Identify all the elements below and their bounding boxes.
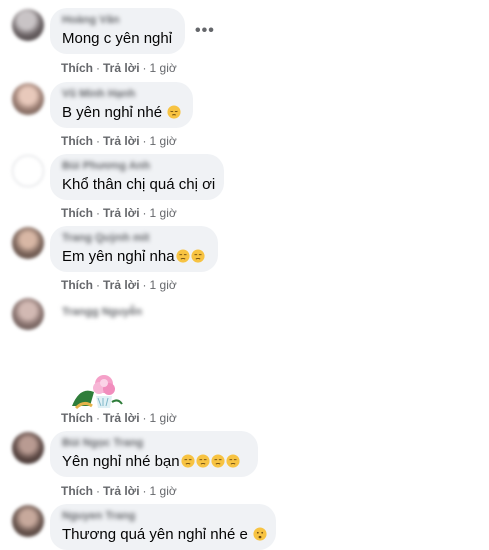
comment-text-content: B yên nghỉ nhé — [62, 104, 163, 121]
reply-link[interactable]: Trả lời — [103, 278, 140, 292]
comment-time[interactable]: 1 giờ — [150, 206, 177, 220]
reply-link[interactable]: Trả lời — [103, 206, 140, 220]
comment-text: Em yên nghỉ nha — [62, 247, 206, 267]
avatar[interactable] — [12, 432, 44, 464]
comment-text-content: Yên nghỉ nhé bạn — [62, 453, 180, 470]
avatar[interactable] — [12, 298, 44, 330]
comment-bubble: Trang Quỳnh mit Em yên nghỉ nha — [50, 226, 218, 272]
comment-actions: Thích · Trả lời · 1 giờ — [61, 61, 177, 75]
comment-author[interactable]: Trangg Nguyễn — [62, 306, 142, 318]
avatar[interactable] — [12, 9, 44, 41]
like-link[interactable]: Thích — [61, 484, 93, 498]
downcast-face-emoji — [211, 454, 225, 468]
pensive-face-emoji — [167, 105, 181, 119]
like-link[interactable]: Thích — [61, 134, 93, 148]
comment-author[interactable]: Bùi Phương Anh — [62, 160, 212, 173]
comment-time[interactable]: 1 giờ — [150, 411, 177, 425]
comment-time[interactable]: 1 giờ — [150, 134, 177, 148]
downcast-face-emoji — [176, 249, 190, 263]
reply-link[interactable]: Trả lời — [103, 134, 140, 148]
comment-bubble: Bùi Phương Anh Khổ thân chị quá chị ơi — [50, 154, 224, 200]
more-horizontal-icon[interactable]: ••• — [195, 22, 215, 40]
comment-text: Mong c yên nghỉ — [62, 30, 173, 47]
like-link[interactable]: Thích — [61, 206, 93, 220]
comment-time[interactable]: 1 giờ — [150, 278, 177, 292]
comment-text: Thương quá yên nghỉ nhé e — [62, 525, 267, 545]
comment-text: Yên nghỉ nhé bạn — [62, 452, 246, 472]
like-link[interactable]: Thích — [61, 411, 93, 425]
comment-bubble: Vũ Minh Hạnh B yên nghỉ nhé — [50, 82, 193, 128]
downcast-face-emoji — [196, 454, 210, 468]
comment-bubble: Nguyen Trang Thương quá yên nghỉ nhé e — [50, 504, 276, 550]
frowning-face-emoji — [253, 527, 267, 541]
avatar[interactable] — [12, 155, 44, 187]
comment-author[interactable]: Vũ Minh Hạnh — [62, 88, 181, 101]
comment-bubble: Bùi Ngọc Trang Yên nghỉ nhé bạn — [50, 431, 258, 477]
downcast-face-emoji — [191, 249, 205, 263]
comment-bubble: Hoàng Văn Mong c yên nghỉ — [50, 8, 185, 54]
comment-text-content: Thương quá yên nghỉ nhé e — [62, 526, 248, 543]
comment-text-content: Em yên nghỉ nha — [62, 248, 175, 265]
reply-link[interactable]: Trả lời — [103, 484, 140, 498]
comment-author[interactable]: Trang Quỳnh mit — [62, 232, 206, 245]
comment-actions: Thích · Trả lời · 1 giờ — [61, 411, 177, 425]
comment-text: Khổ thân chị quá chị ơi — [62, 176, 216, 193]
comment-actions: Thích · Trả lời · 1 giờ — [61, 206, 177, 220]
downcast-face-emoji — [226, 454, 240, 468]
comment-text: B yên nghỉ nhé — [62, 103, 181, 123]
comment-actions: Thích · Trả lời · 1 giờ — [61, 134, 177, 148]
comment-author[interactable]: Hoàng Văn — [62, 14, 173, 27]
comment-author[interactable]: Nguyen Trang — [62, 510, 264, 523]
avatar[interactable] — [12, 505, 44, 537]
comment-actions: Thích · Trả lời · 1 giờ — [61, 484, 177, 498]
reply-link[interactable]: Trả lời — [103, 61, 140, 75]
like-link[interactable]: Thích — [61, 61, 93, 75]
avatar[interactable] — [12, 227, 44, 259]
comment-actions: Thích · Trả lời · 1 giờ — [61, 278, 177, 292]
reply-link[interactable]: Trả lời — [103, 411, 140, 425]
like-link[interactable]: Thích — [61, 278, 93, 292]
flower-sticker[interactable] — [70, 372, 126, 410]
comment-time[interactable]: 1 giờ — [150, 61, 177, 75]
downcast-face-emoji — [181, 454, 195, 468]
avatar[interactable] — [12, 83, 44, 115]
comment-time[interactable]: 1 giờ — [150, 484, 177, 498]
comment-author[interactable]: Bùi Ngọc Trang — [62, 437, 246, 450]
